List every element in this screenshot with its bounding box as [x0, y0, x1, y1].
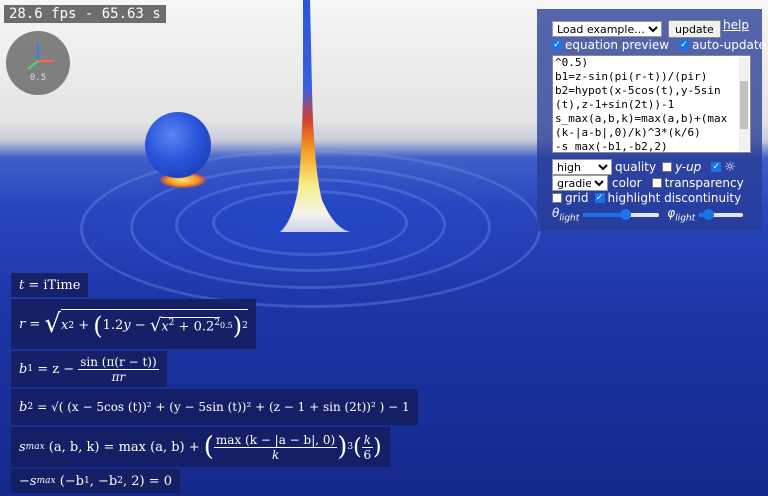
theta-light-label: θlight: [552, 206, 580, 224]
spike-shape: [280, 0, 350, 232]
auto-update-checkbox[interactable]: ✓: [679, 40, 690, 50]
example-select[interactable]: Load example...: [552, 21, 662, 37]
code-line: -s_max(-b1,-b2,2): [555, 140, 668, 153]
code-line: s_max(a,b,k)=max(a,b)+(max: [555, 112, 728, 125]
update-button[interactable]: update: [668, 20, 721, 38]
light-checkbox[interactable]: ✓: [711, 162, 722, 172]
quality-select[interactable]: high: [552, 159, 612, 175]
sun-icon: ☼: [724, 159, 736, 175]
code-lines: ^0.5) b1=z-sin(pi(r-t))/(pir) b2=hypot(x-5…: [555, 56, 736, 153]
equation-final: −s max (−b 1, −b 2, 2) = 0: [11, 469, 180, 493]
equation-b1: b1 = z − sin (π(r − t)) πr: [11, 351, 167, 387]
code-line: (t),z-1+sin(2t))-1: [555, 98, 675, 111]
equation-smax: s max (a, b, k) = max (a, b) + ( max (k −…: [11, 427, 390, 467]
code-line: (k-|a-b|,0)/k)^3*(k/6): [555, 126, 701, 139]
equation-preview-checkbox[interactable]: ✓: [552, 40, 562, 50]
axes-icon: [27, 43, 54, 70]
quality-label: quality: [615, 160, 657, 174]
color-label: color: [612, 176, 642, 190]
equation-preview-label: equation preview: [565, 38, 670, 52]
y-up-label: y-up: [675, 160, 702, 174]
code-line: ^0.5): [555, 56, 589, 69]
slider-knob[interactable]: [702, 208, 714, 220]
slider-fill: [583, 212, 626, 217]
equation-t: t = iTime: [11, 273, 89, 297]
grid-checkbox[interactable]: [552, 193, 562, 203]
equation-r: r = √ x2 + ( 1.2 y − √ x2 + 0.22 0.5 ) 2: [11, 299, 256, 349]
slider-knob[interactable]: [620, 208, 632, 220]
theta-light-slider[interactable]: [583, 208, 660, 222]
auto-update-label: auto-update: [692, 38, 766, 52]
phi-light-label: φlight: [667, 206, 696, 224]
color-select[interactable]: gradient: [552, 175, 608, 191]
transparency-checkbox[interactable]: [651, 178, 662, 188]
grid-label: grid: [565, 191, 589, 205]
scrollbar-thumb[interactable]: [740, 81, 748, 129]
highlight-discontinuity-label: highlight discontinuity: [607, 191, 742, 205]
axes-scale-value: 0.5: [29, 73, 47, 83]
code-line: b2=hypot(x-5cos(t),y-5sin: [555, 84, 721, 97]
phi-light-slider[interactable]: [699, 208, 744, 222]
fps-counter: 28.6 fps - 65.63 s: [4, 5, 166, 23]
highlight-discontinuity-checkbox[interactable]: ✓: [594, 193, 605, 203]
editor-scrollbar[interactable]: [739, 57, 749, 151]
control-panel: Load example... update help ✓ equation p…: [537, 9, 766, 231]
transparency-label: transparency: [664, 176, 744, 190]
code-line: b1=z-sin(pi(r-t))/(pir): [555, 70, 708, 83]
axes-gizmo[interactable]: 0.5: [6, 31, 70, 95]
equation-editor[interactable]: ^0.5) b1=z-sin(pi(r-t))/(pir) b2=hypot(x-5…: [552, 55, 751, 153]
help-link[interactable]: help: [723, 18, 749, 32]
equation-b2: b2 = √( (x − 5cos (t))² + (y − 5sin (t))…: [11, 389, 418, 425]
y-up-checkbox[interactable]: [662, 162, 673, 172]
